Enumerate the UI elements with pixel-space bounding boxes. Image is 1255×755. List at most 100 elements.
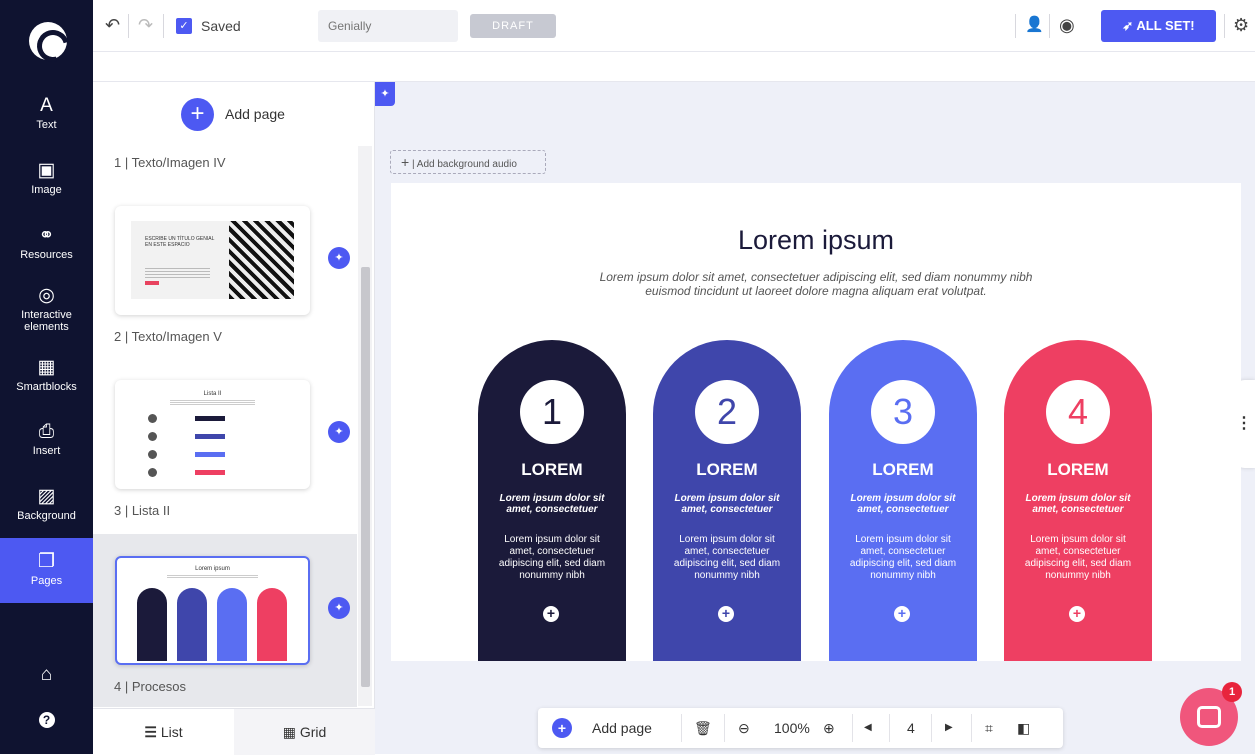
page-thumb-2[interactable]: ESCRIBE UN TÍTULO GENIAL EN ESTE ESPACIO xyxy=(115,206,310,315)
magic-wand-icon[interactable]: ✦ xyxy=(328,247,350,269)
thumb-title: Lorem ipsum xyxy=(195,566,230,572)
page-label-3: 3 | Lista II xyxy=(114,503,171,518)
sidebar-item-background[interactable]: ▨ Background xyxy=(0,486,93,522)
slide-subtitle[interactable]: Lorem ipsum dolor sit amet, consectetuer… xyxy=(586,270,1046,298)
page-label-1: 1 | Texto/Imagen IV xyxy=(114,155,226,170)
top-toolbar: ↶ ↷ ✓ Saved DRAFT 👤 ◉ ➶ ALL SET! ⚙ xyxy=(93,0,1255,52)
draft-badge: DRAFT xyxy=(470,14,556,38)
redo-icon[interactable]: ↷ xyxy=(138,14,153,36)
pillar-body: Lorem ipsum dolor sit amet, consectetuer… xyxy=(1024,534,1132,581)
all-set-button[interactable]: ➶ ALL SET! xyxy=(1101,10,1216,42)
sidebar-item-interactive-elements[interactable]: ◎ Interactive elements xyxy=(0,285,93,333)
sidebar-item-label: Background xyxy=(17,510,76,522)
main-sidebar: A Text ▣ Image ⚭ Resources ◎ Interactive… xyxy=(0,0,93,754)
pages-panel: + Add page 1 | Texto/Imagen IV ESCRIBE U… xyxy=(93,82,375,755)
pillar-subtitle: Lorem ipsum dolor sit amet, consectetuer xyxy=(674,493,780,515)
step-number: 1 xyxy=(520,380,584,444)
step-number: 3 xyxy=(871,380,935,444)
add-page-button[interactable]: Add page xyxy=(592,718,652,738)
background-icon: ▨ xyxy=(37,486,56,507)
pillar-title: LOREM xyxy=(872,460,934,479)
sidebar-item-label: Insert xyxy=(32,445,61,457)
sidebar-item-label: Image xyxy=(31,184,62,196)
pillar-title: LOREM xyxy=(1047,460,1109,479)
grid-icon: ▦ xyxy=(282,724,296,740)
page-label-2: 2 | Texto/Imagen V xyxy=(114,329,222,344)
zoom-in-icon[interactable]: ⊕ xyxy=(823,718,835,738)
sidebar-item-label: Text xyxy=(36,119,57,131)
pillar-body: Lorem ipsum dolor sit amet, consectetuer… xyxy=(673,534,781,581)
thumb-title: Lista II xyxy=(203,391,222,397)
pages-icon: ❐ xyxy=(37,551,56,572)
briefcase-icon[interactable]: ⌂ xyxy=(0,664,93,688)
sidebar-item-label: Resources xyxy=(20,249,73,261)
undo-icon[interactable]: ↶ xyxy=(105,14,120,36)
plus-icon[interactable]: + xyxy=(718,606,734,622)
add-background-audio[interactable]: + | Add background audio xyxy=(390,150,546,174)
process-pillar-4[interactable]: 4 LOREM Lorem ipsum dolor sit amet, cons… xyxy=(1004,340,1152,661)
sidebar-item-image[interactable]: ▣ Image xyxy=(0,160,93,196)
title-input[interactable] xyxy=(318,10,458,42)
text-icon: A xyxy=(40,95,53,116)
page-number[interactable]: 4 xyxy=(907,718,915,738)
split-view-icon[interactable]: ◧ xyxy=(1017,718,1030,738)
zoom-level: 100% xyxy=(774,720,810,736)
slide-title[interactable]: Lorem ipsum xyxy=(391,225,1241,256)
chat-icon xyxy=(1197,706,1221,728)
pillar-title: LOREM xyxy=(696,460,758,479)
pin-icon[interactable]: ✦ xyxy=(375,82,395,106)
thumb-title: ESCRIBE UN TÍTULO GENIAL EN ESTE ESPACIO xyxy=(145,236,215,248)
plus-icon[interactable]: + xyxy=(894,606,910,622)
plus-icon[interactable]: + xyxy=(543,606,559,622)
sidebar-item-insert[interactable]: ⎙ Insert xyxy=(0,421,93,457)
magic-wand-icon[interactable]: ✦ xyxy=(328,421,350,443)
sidebar-item-resources[interactable]: ⚭ Resources xyxy=(0,225,93,261)
process-pillar-3[interactable]: 3 LOREM Lorem ipsum dolor sit amet, cons… xyxy=(829,340,977,661)
magic-wand-icon[interactable]: ✦ xyxy=(328,597,350,619)
saved-status: Saved xyxy=(201,18,241,34)
next-page-icon[interactable]: ▶ xyxy=(945,718,953,738)
sub-toolbar xyxy=(93,52,1255,82)
sidebar-item-pages[interactable]: ❐ Pages xyxy=(0,538,93,603)
rocket-icon: ➶ xyxy=(1122,18,1137,33)
zoom-out-icon[interactable]: ⊖ xyxy=(738,718,750,738)
page-thumb-4[interactable]: Lorem ipsum xyxy=(115,556,310,665)
saved-check-icon: ✓ xyxy=(176,18,192,34)
bottom-toolbar: + Add page 🗑 ⊖ 100% ⊕ ◀ 4 ▶ ⌗ ◧ xyxy=(538,708,1063,748)
pillar-subtitle: Lorem ipsum dolor sit amet, consectetuer xyxy=(850,493,956,515)
help-icon[interactable]: ? xyxy=(0,709,93,731)
plus-icon[interactable]: + xyxy=(1069,606,1085,622)
add-page-plus-icon[interactable]: + xyxy=(181,98,214,131)
pillar-body: Lorem ipsum dolor sit amet, consectetuer… xyxy=(498,534,606,581)
genially-logo[interactable] xyxy=(29,22,67,60)
trash-icon[interactable]: 🗑 xyxy=(694,718,712,738)
step-number: 2 xyxy=(695,380,759,444)
insert-icon: ⎙ xyxy=(38,421,55,442)
prev-page-icon[interactable]: ◀ xyxy=(864,718,872,738)
tab-grid[interactable]: ▦ Grid xyxy=(234,709,375,755)
list-icon: ☰ xyxy=(144,724,157,740)
pillar-title: LOREM xyxy=(521,460,583,479)
sidebar-item-label: Interactive elements xyxy=(21,309,72,333)
sidebar-item-label: Pages xyxy=(30,575,63,587)
interactive-icon: ◎ xyxy=(38,285,55,306)
slide[interactable]: Lorem ipsum Lorem ipsum dolor sit amet, … xyxy=(391,183,1241,661)
process-pillar-1[interactable]: 1 LOREM Lorem ipsum dolor sit amet, cons… xyxy=(478,340,626,661)
page-label-4: 4 | Procesos xyxy=(114,679,187,694)
fit-screen-icon[interactable]: ⌗ xyxy=(985,718,993,738)
pages-scrollbar-thumb[interactable] xyxy=(361,267,370,687)
add-page-label[interactable]: Add page xyxy=(225,106,285,122)
tab-list[interactable]: ☰ List xyxy=(93,709,234,755)
sidebar-item-smartblocks[interactable]: ▦ Smartblocks xyxy=(0,357,93,393)
preview-eye-icon[interactable]: ◉ xyxy=(1059,14,1075,36)
sidebar-item-text[interactable]: A Text xyxy=(0,95,93,131)
resources-icon: ⚭ xyxy=(38,225,55,246)
pillar-subtitle: Lorem ipsum dolor sit amet, consectetuer xyxy=(1025,493,1131,515)
share-user-icon[interactable]: 👤 xyxy=(1025,14,1044,36)
page-thumb-3[interactable]: Lista II xyxy=(115,380,310,489)
image-icon: ▣ xyxy=(37,160,56,181)
settings-gear-icon[interactable]: ⚙ xyxy=(1233,14,1249,36)
process-pillar-2[interactable]: 2 LOREM Lorem ipsum dolor sit amet, cons… xyxy=(653,340,801,661)
chat-notification-badge: 1 xyxy=(1222,682,1242,702)
add-page-icon[interactable]: + xyxy=(552,718,572,738)
